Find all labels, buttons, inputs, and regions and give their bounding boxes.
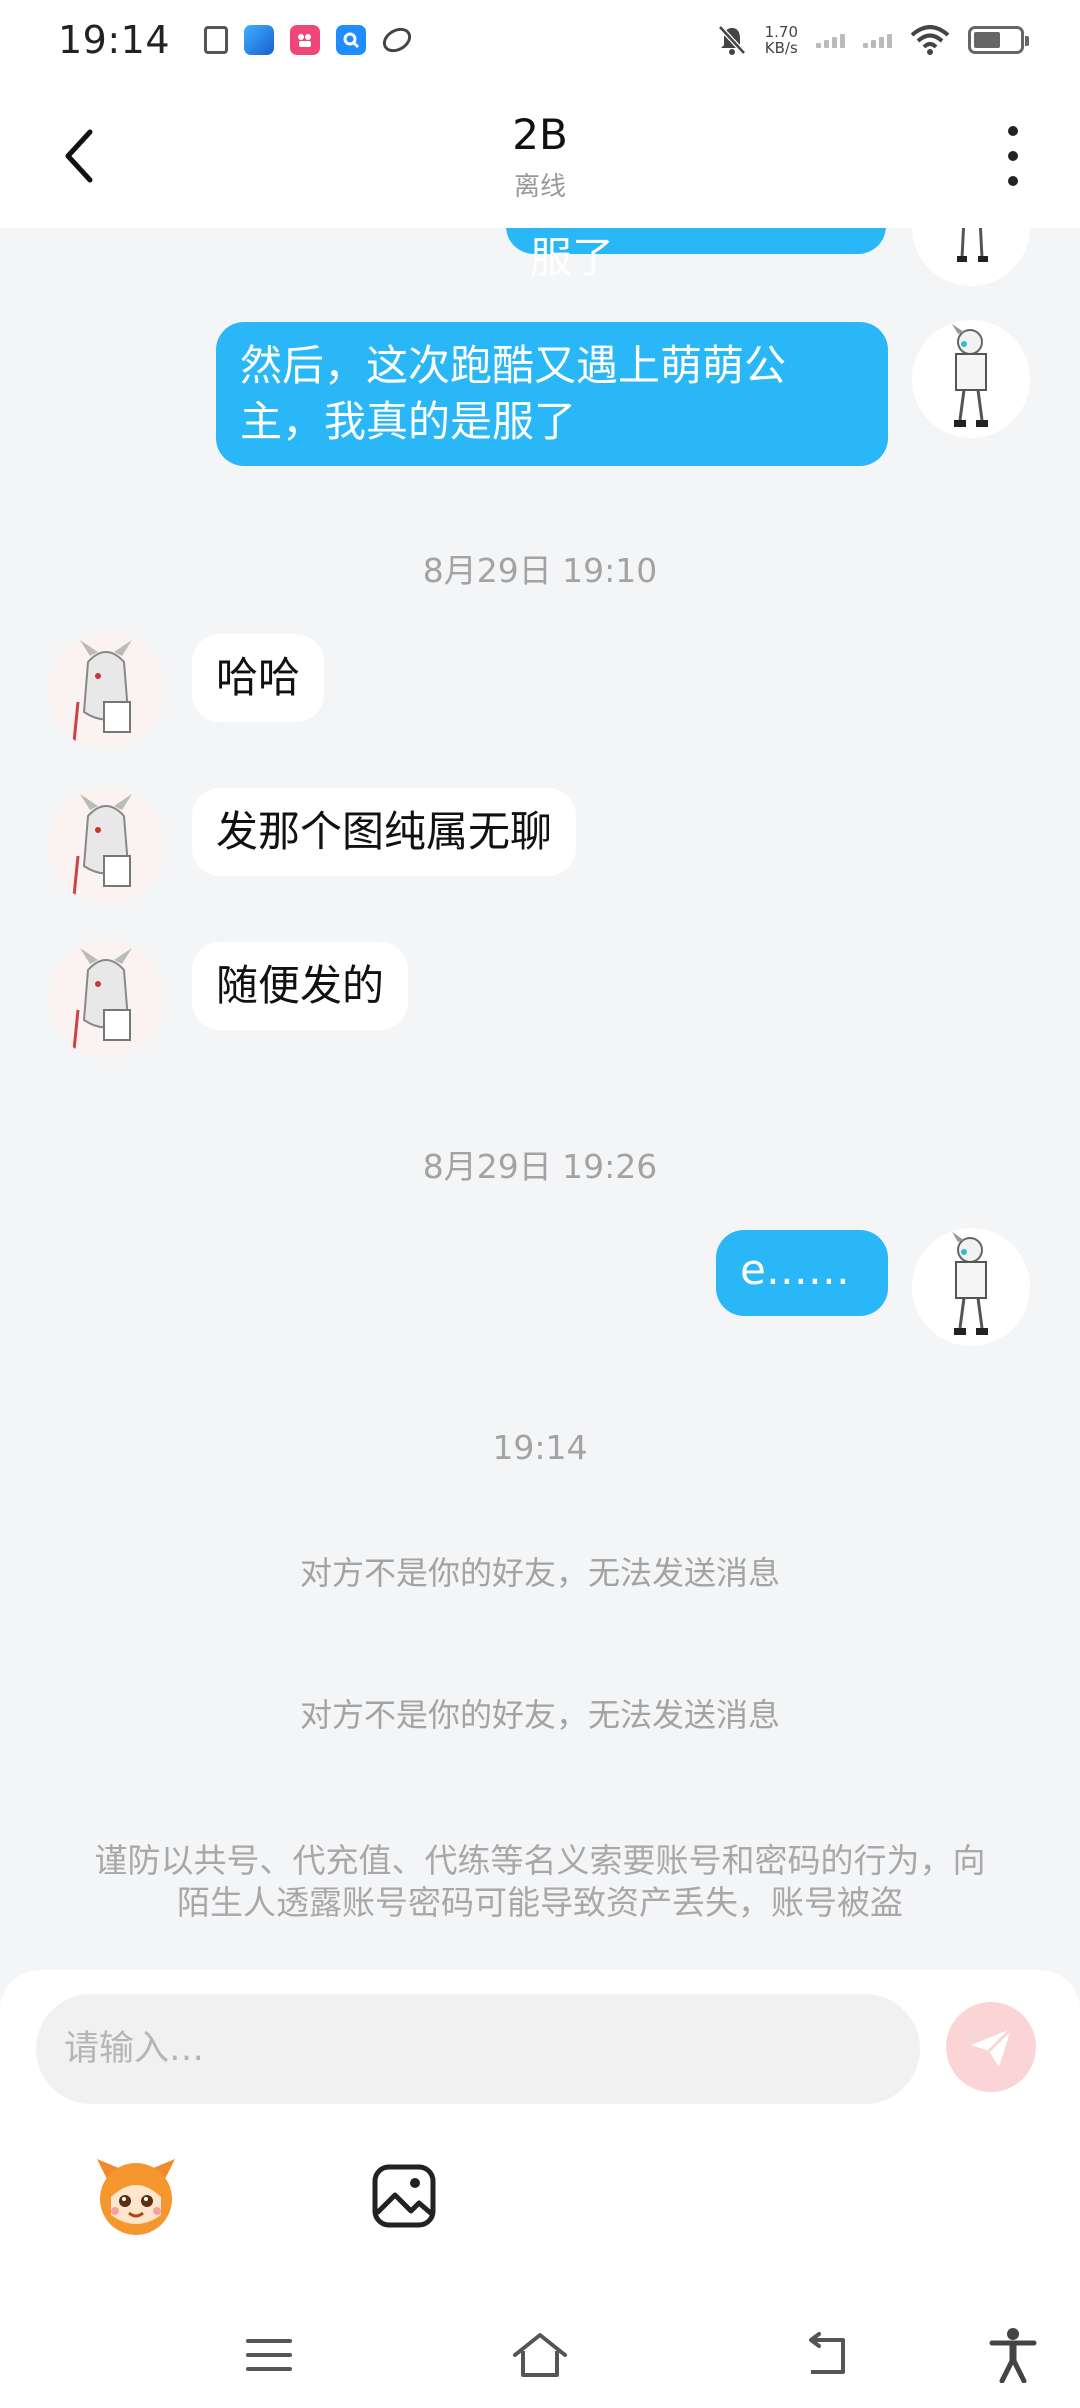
menu-nav-button[interactable] (234, 2320, 304, 2390)
message-bubble-outgoing[interactable]: e…… (716, 1230, 888, 1316)
net-speed-value: 1.70 (764, 23, 798, 41)
message-bubble-incoming[interactable]: 哈哈 (192, 634, 325, 722)
dot-icon (1008, 151, 1018, 161)
status-time: 19:14 (58, 18, 171, 62)
system-nav-bar (0, 2300, 1080, 2408)
message-bubble-outgoing[interactable]: 其中有个人我都服了 (506, 228, 886, 282)
game-app-icon (244, 25, 275, 55)
accessibility-icon (989, 2328, 1037, 2383)
search-app-icon (336, 25, 367, 55)
message-bubble-outgoing[interactable]: 然后，这次跑酷又遇上萌萌公主，我真的是服了 (216, 322, 888, 466)
home-icon (513, 2333, 567, 2377)
status-bar: 19:14 1.70 KB/s (0, 0, 1080, 80)
avatar-contact[interactable] (48, 786, 166, 904)
back-nav-button[interactable] (790, 2320, 860, 2390)
avatar-self[interactable] (912, 320, 1030, 438)
contact-character-icon (72, 948, 132, 1051)
dot-icon (1008, 176, 1018, 186)
timestamp: 19:14 (492, 1428, 588, 1467)
message-bubble-incoming[interactable]: 随便发的 (192, 942, 409, 1030)
accessibility-button[interactable] (978, 2320, 1048, 2390)
emoji-button[interactable] (86, 2146, 186, 2246)
message-text: 其中有个人我都服了 (530, 233, 615, 282)
message-text: 随便发的 (216, 961, 385, 1010)
signal-icon (863, 32, 892, 48)
net-speed-unit: KB/s (764, 39, 798, 57)
message-bubble-incoming[interactable]: 发那个图纯属无聊 (192, 788, 577, 876)
image-button[interactable] (354, 2146, 454, 2246)
avatar-contact[interactable] (48, 940, 166, 1058)
self-character-icon (957, 228, 988, 262)
avatar-self[interactable] (912, 228, 1030, 286)
message-text: 然后，这次跑酷又遇上萌萌公主，我真的是服了 (240, 341, 787, 446)
message-text: 哈哈 (216, 653, 301, 702)
wifi-icon (910, 25, 950, 55)
more-options-button[interactable] (998, 126, 1028, 186)
back-arrow-icon (809, 2332, 845, 2374)
doc-notification-icon (204, 26, 229, 54)
system-notice: 对方不是你的好友，无法发送消息 (299, 1554, 780, 1592)
net-speed: 1.70 KB/s (765, 24, 798, 56)
dot-icon (1008, 126, 1018, 136)
message-text: 发那个图纯属无聊 (216, 807, 553, 856)
system-notice: 对方不是你的好友，无法发送消息 (299, 1696, 780, 1734)
contact-name: 2B (512, 110, 568, 159)
avatar-self[interactable] (912, 1228, 1030, 1346)
message-text: e…… (740, 1245, 850, 1294)
timestamp: 8月29日 19:26 (422, 1147, 658, 1186)
contact-status: 离线 (513, 172, 566, 202)
chat-header: 2B 离线 (0, 80, 1080, 228)
send-icon (971, 2027, 1013, 2067)
home-nav-button[interactable] (505, 2320, 575, 2390)
hamburger-icon (246, 2339, 292, 2371)
send-button[interactable] (946, 2002, 1036, 2092)
kuaishou-app-icon (290, 25, 321, 55)
mute-bell-icon (717, 25, 746, 55)
battery-icon (968, 26, 1029, 54)
leaf-app-icon (378, 22, 416, 58)
message-input[interactable] (36, 1994, 920, 2104)
self-character-icon (952, 1232, 988, 1335)
avatar-contact[interactable] (48, 632, 166, 750)
mascot-emoji-icon (97, 2159, 175, 2235)
contact-character-icon (72, 640, 132, 743)
self-character-icon (952, 324, 988, 427)
image-icon (372, 2164, 436, 2228)
signal-icon (816, 32, 845, 48)
message-list[interactable]: 其中有个人我都服了 然后，这次跑酷又遇上萌萌公主，我真的是服了 8月29日 19… (0, 228, 1080, 1970)
timestamp: 8月29日 19:10 (422, 551, 658, 590)
contact-character-icon (72, 794, 132, 897)
security-warning: 谨防以共号、代充值、代练等名义索要账号和密码的行为，向陌生人透露账号密码可能导致… (94, 1841, 986, 1922)
